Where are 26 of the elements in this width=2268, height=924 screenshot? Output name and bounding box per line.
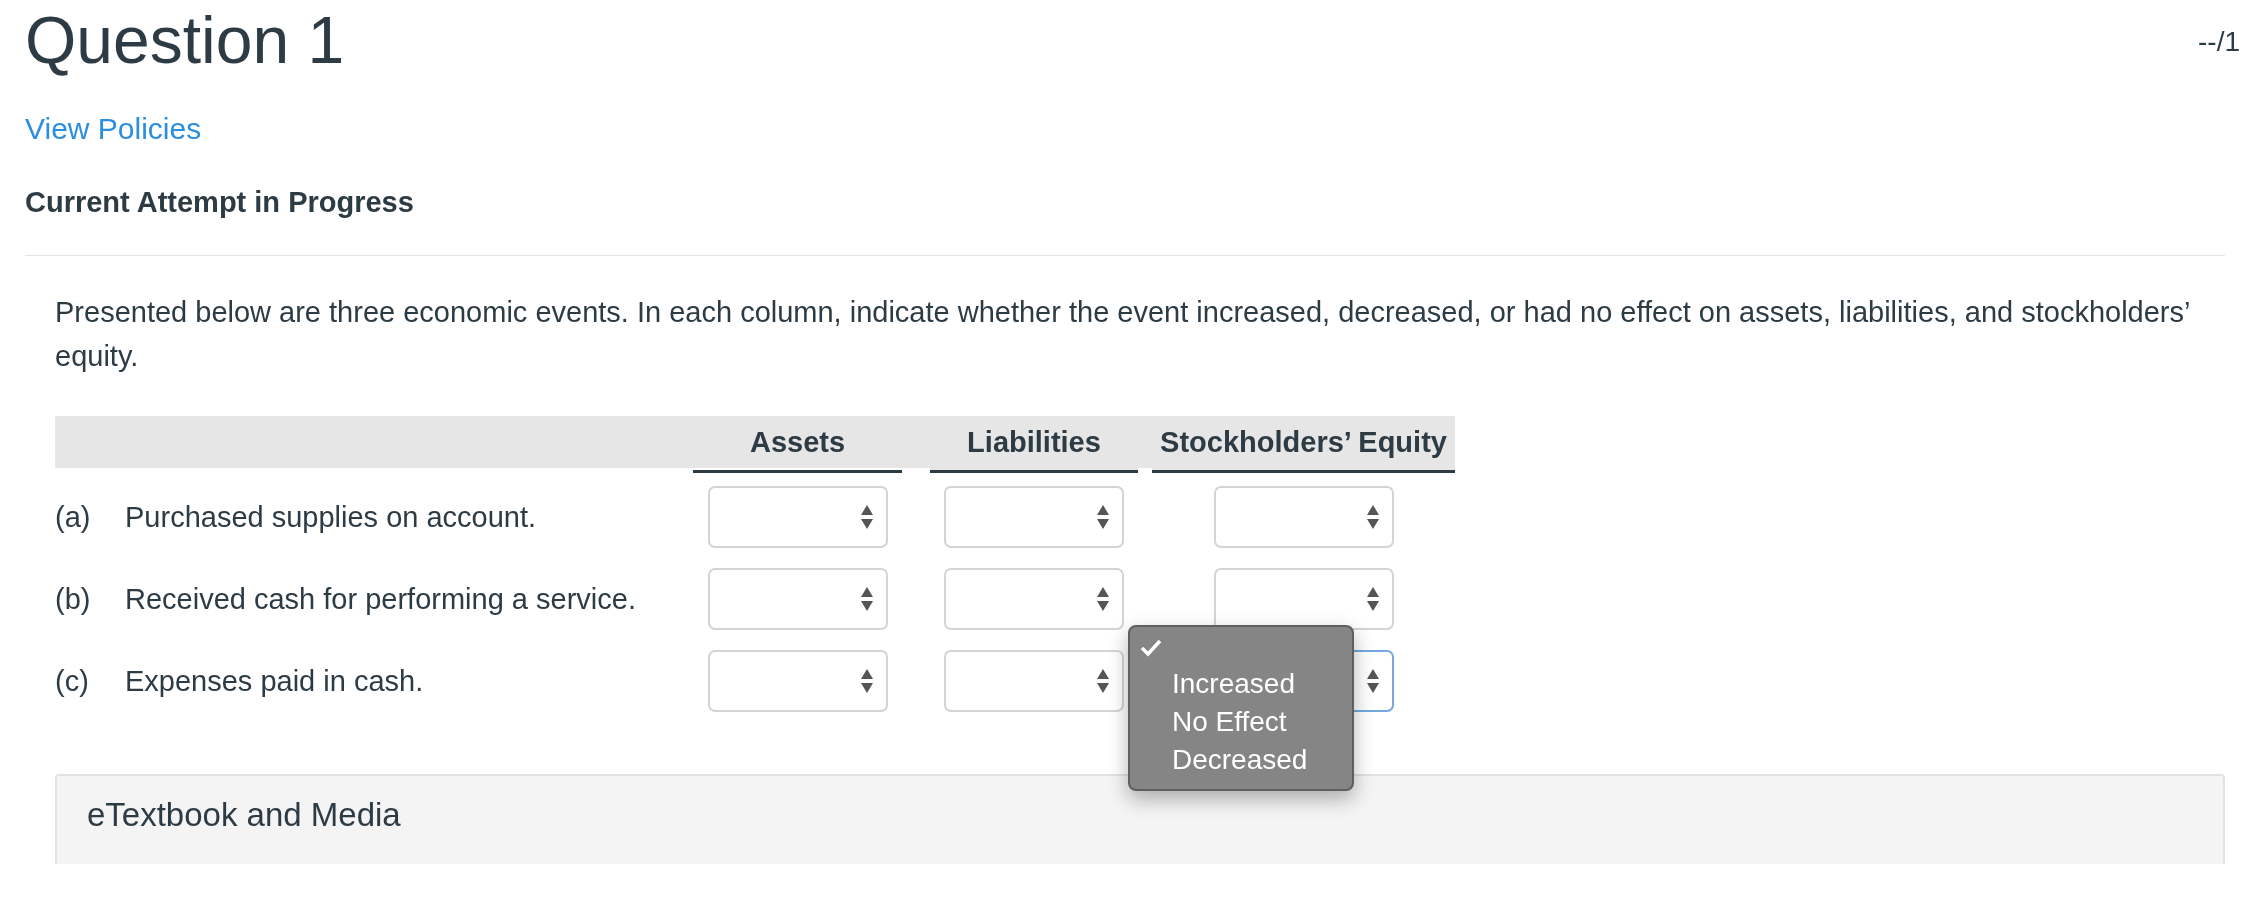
row-letter: (c) [55, 664, 90, 698]
dropdown-option[interactable]: Increased [1130, 665, 1352, 703]
event-description: Purchased supplies on account. [125, 500, 537, 534]
event-description: Expenses paid in cash. [125, 664, 424, 698]
select-arrows-icon [859, 586, 874, 612]
select-arrows-icon [1365, 668, 1380, 694]
select-arrows-icon [1365, 586, 1380, 612]
etextbook-panel[interactable]: eTextbook and Media [55, 774, 2225, 864]
select-arrows-icon [1096, 586, 1110, 612]
select-arrows-icon [859, 668, 874, 694]
question-prompt: Presented below are three economic events. In each column, indicate whether the event increased, decreased, or had no effect on assets, liabilities, and stockholders’ equity. [55, 295, 2191, 374]
select-arrows-icon [1096, 668, 1110, 694]
select-arrows-icon [1365, 504, 1380, 530]
view-policies-link[interactable]: View Policies [25, 112, 202, 146]
row-letter: (b) [55, 582, 92, 616]
select-arrows-icon [859, 504, 874, 530]
panel-title: eTextbook and Media [86, 795, 401, 834]
question-title: Question 1 [25, 4, 345, 76]
select-arrows-icon [1096, 504, 1110, 530]
dropdown-option[interactable]: No Effect [1130, 703, 1352, 741]
score: --/1 [2198, 26, 2240, 58]
answer-select[interactable] [1213, 568, 1394, 630]
event-description: Received cash for performing a service. [125, 582, 636, 616]
check-icon [1140, 639, 1162, 657]
row-letter: (a) [55, 500, 92, 534]
attempt-status: Current Attempt in Progress [25, 186, 415, 219]
